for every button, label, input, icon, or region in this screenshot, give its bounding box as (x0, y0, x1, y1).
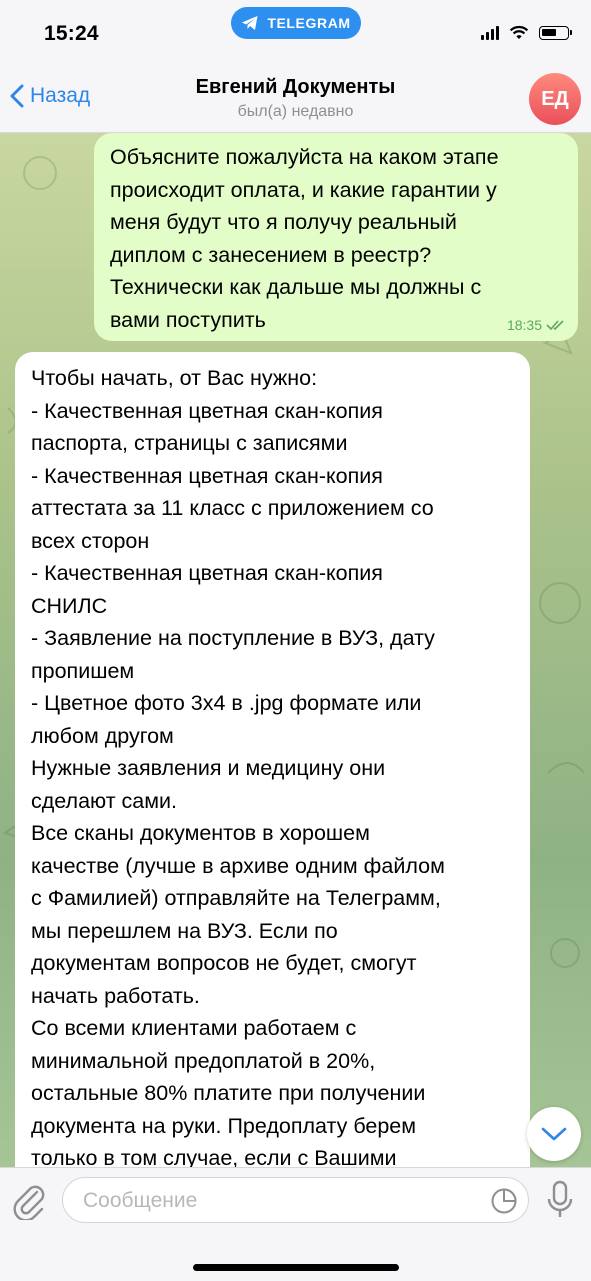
incoming-message-line: - Качественная цветная скан-копия (31, 463, 383, 488)
incoming-message-line: Чтобы начать, от Вас нужно: (31, 366, 318, 390)
incoming-message-line: любом другом (31, 723, 174, 748)
incoming-message-line: - Цветное фото 3х4 в .jpg формате или (31, 691, 422, 715)
double-check-icon (546, 320, 564, 331)
incoming-message-line: документам вопросов не будет, смогут (31, 951, 417, 975)
cellular-signal-icon (481, 25, 499, 40)
incoming-message-line: с Фамилией) отправляйте на Телеграмм, (31, 886, 441, 910)
chevron-down-icon (541, 1127, 567, 1141)
chat-area[interactable]: Объясните пожалуйста на каком этапе проис… (0, 133, 591, 1167)
incoming-message-line: всех сторон (31, 528, 150, 553)
status-time: 15:24 (44, 22, 99, 45)
status-icons (481, 25, 572, 40)
telegram-pill-label: TELEGRAM (267, 15, 351, 31)
incoming-message-line: мы перешлем на ВУЗ. Если по (31, 918, 338, 943)
incoming-message-line: качестве (лучше в архиве одним файлом (31, 853, 445, 878)
battery-icon (539, 25, 572, 40)
outgoing-message[interactable]: Объясните пожалуйста на каком этапе проис… (94, 133, 578, 341)
outgoing-message-line: Объясните пожалуйста на каком этапе (110, 145, 499, 169)
chat-header: Назад Евгений Документы был(а) недавно Е… (0, 64, 591, 133)
incoming-message-line: документа на руки. Предоплату берем (31, 1113, 417, 1138)
incoming-message-line: Все сканы документов в хорошем (31, 821, 370, 845)
chat-title-area[interactable]: Евгений Документы был(а) недавно (130, 76, 461, 121)
incoming-message-line: Со всеми клиентами работаем с (31, 1016, 357, 1040)
chat-title: Евгений Документы (195, 76, 396, 98)
incoming-message-line: аттестата за 11 класс с приложением со (31, 496, 434, 520)
wifi-icon (509, 25, 529, 39)
message-input[interactable] (81, 1188, 485, 1214)
incoming-message-line: - Качественная цветная скан-копия (31, 398, 383, 423)
incoming-message-line: только в том случае, если с Вашими (31, 1146, 397, 1167)
incoming-message-line: начать работать. (31, 983, 200, 1008)
incoming-message[interactable]: Чтобы начать, от Вас нужно: - Качественна… (15, 352, 530, 1167)
back-label: Назад (30, 84, 91, 107)
scroll-down-button[interactable] (527, 1107, 581, 1161)
outgoing-message-line: диплом с занесением в реестр? (110, 242, 432, 267)
outgoing-message-line: вами поступить (110, 307, 266, 332)
composer-bar (0, 1167, 591, 1281)
chat-subtitle: был(а) недавно (237, 103, 354, 120)
incoming-message-line: минимальной предоплатой в 20%, (31, 1048, 376, 1073)
message-meta: 18:35 (507, 317, 566, 333)
incoming-message-line: паспорта, страницы с записями (31, 431, 348, 455)
paperclip-icon (13, 1185, 45, 1222)
message-field[interactable] (62, 1177, 529, 1223)
back-chevron-icon (10, 84, 24, 108)
incoming-message-line: - Заявление на поступление в ВУЗ, дату (31, 626, 435, 650)
avatar[interactable]: ЕД (529, 73, 581, 125)
message-time: 18:35 (506, 317, 542, 333)
incoming-message-line: сделают сами. (31, 788, 177, 813)
status-bar: 15:24 TELEGRAM (0, 0, 591, 64)
sticker-button[interactable] (490, 1187, 518, 1220)
outgoing-message-text: Объясните пожалуйста на каком этапе проис… (110, 141, 564, 336)
home-indicator (193, 1264, 399, 1271)
telegram-pill[interactable]: TELEGRAM (231, 7, 361, 39)
incoming-message-line: пропишем (31, 658, 135, 683)
attach-button[interactable] (12, 1180, 46, 1225)
outgoing-message-line: меня будут что я получу реальный (110, 210, 457, 234)
outgoing-message-line: происходит оплата, и какие гарантии у (110, 177, 497, 202)
incoming-message-line: Нужные заявления и медицину они (31, 756, 386, 780)
telegram-plane-icon (242, 16, 258, 30)
microphone-button[interactable] (546, 1180, 574, 1225)
back-button[interactable]: Назад (10, 84, 90, 108)
incoming-message-line: СНИЛС (31, 593, 108, 618)
sticker-icon (491, 1188, 517, 1214)
incoming-message-text: Чтобы начать, от Вас нужно: - Качественна… (31, 362, 516, 1167)
incoming-message-line: остальные 80% платите при получении (31, 1081, 426, 1105)
incoming-message-line: - Качественная цветная скан-копия (31, 561, 383, 585)
outgoing-message-line: Технически как дальше мы должны с (110, 275, 482, 299)
avatar-initials: ЕД (541, 87, 569, 110)
microphone-icon (547, 1180, 573, 1217)
